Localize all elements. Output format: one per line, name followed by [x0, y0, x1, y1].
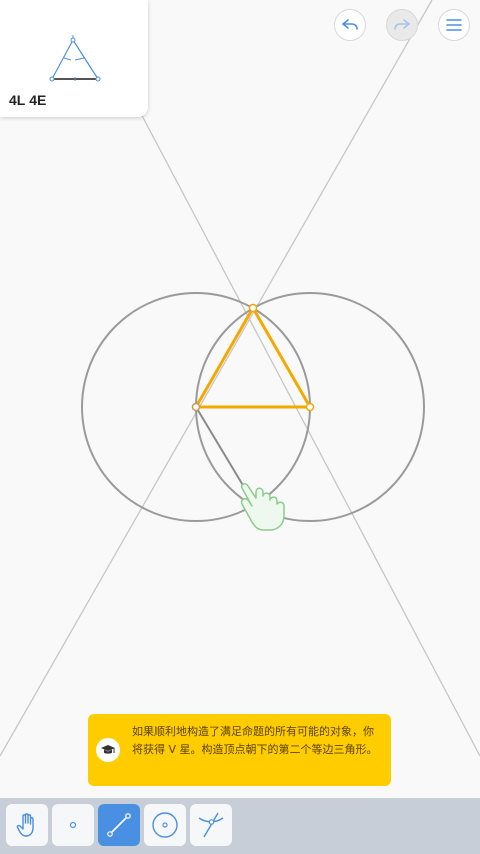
score-l: 4L	[9, 92, 26, 108]
point-c[interactable]	[248, 303, 258, 313]
triangle-side-right[interactable]	[251, 307, 312, 408]
hand-icon	[16, 813, 34, 837]
circle-tool-button[interactable]	[144, 804, 186, 846]
menu-icon	[446, 19, 462, 31]
score-e: 4E	[29, 92, 47, 108]
goal-score: 4L 4E	[9, 92, 46, 108]
point-tool-button[interactable]	[52, 804, 94, 846]
intersect-tool-button[interactable]	[190, 804, 232, 846]
circle-icon	[152, 812, 178, 838]
line-tool-button[interactable]	[98, 804, 140, 846]
goal-preview-triangle	[49, 35, 101, 82]
undo-button[interactable]	[334, 9, 366, 41]
triangle-side-left[interactable]	[194, 307, 255, 408]
point-b[interactable]	[305, 402, 315, 412]
hint-box: 如果顺利地构造了满足命题的所有可能的对象，你将获得 V 星。构造顶点朝下的第二个…	[88, 714, 391, 786]
point-a[interactable]	[191, 402, 201, 412]
hint-text: 如果顺利地构造了满足命题的所有可能的对象，你将获得 V 星。构造顶点朝下的第二个…	[132, 725, 378, 756]
construction-line-1[interactable]	[137, 107, 480, 757]
tool-bar	[0, 798, 480, 854]
graduation-cap-icon	[96, 738, 120, 762]
point-icon	[69, 821, 77, 829]
line-icon	[107, 813, 131, 837]
construction-canvas[interactable]	[0, 0, 480, 798]
intersect-icon	[198, 812, 224, 838]
redo-button[interactable]	[386, 9, 418, 41]
undo-icon	[342, 19, 358, 30]
goal-preview-card[interactable]: 4L 4E	[0, 0, 148, 117]
redo-icon	[394, 19, 410, 30]
hand-tool-button[interactable]	[6, 804, 48, 846]
menu-button[interactable]	[438, 9, 470, 41]
hand-gesture-icon	[240, 483, 285, 531]
